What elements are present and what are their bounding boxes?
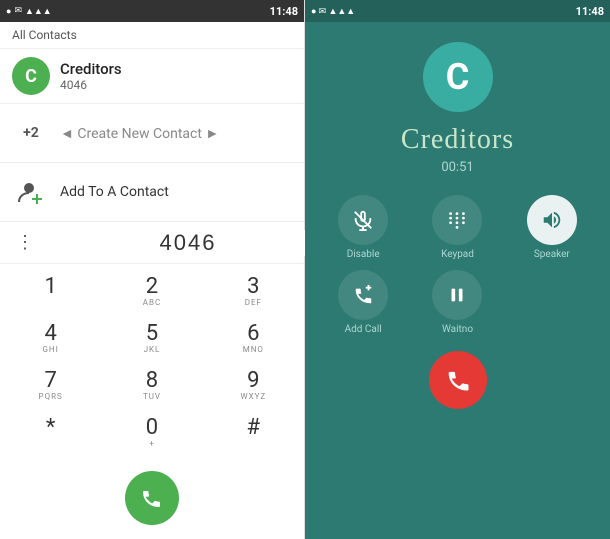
hold-icon	[446, 284, 468, 306]
notification-icon: ●	[6, 6, 11, 17]
status-time-right: 11:48	[576, 5, 604, 18]
signal-icon: ▲▲▲	[25, 6, 52, 17]
dialpad-grid: 12ABC3DEF 4GHI5JKL6MNO 7PQRS8TUV9WXYZ *0+#	[0, 264, 304, 461]
dial-key-6[interactable]: 6MNO	[203, 315, 304, 362]
hold-icon-circle	[432, 270, 482, 320]
end-call-button[interactable]	[416, 339, 498, 421]
dial-key-9[interactable]: 9WXYZ	[203, 363, 304, 410]
add-call-icon	[352, 284, 374, 306]
end-call-icon	[444, 366, 472, 394]
speaker-button[interactable]: Speaker	[510, 195, 594, 260]
create-contact-label: ◄ Create New Contact ►	[60, 125, 219, 142]
contact-avatar: C	[12, 57, 50, 95]
mute-icon	[352, 209, 374, 231]
message-icon: ✉	[14, 6, 22, 16]
dial-key-1[interactable]: 1	[0, 268, 101, 315]
dial-key-7[interactable]: 7PQRS	[0, 363, 101, 410]
create-contact-row[interactable]: +2 ◄ Create New Contact ►	[0, 104, 304, 163]
call-button[interactable]	[125, 471, 179, 525]
dial-key-0[interactable]: 0+	[101, 410, 202, 457]
keypad-icon	[446, 209, 468, 231]
call-button-row	[0, 461, 304, 539]
speaker-icon-circle	[527, 195, 577, 245]
dial-key-4[interactable]: 4GHI	[0, 315, 101, 362]
call-duration: 00:51	[441, 160, 473, 175]
r-notification-icon: ● ✉ ▲▲▲	[311, 6, 355, 17]
keypad-icon-circle	[432, 195, 482, 245]
caller-name: Creditors	[401, 124, 514, 156]
contact-info: Creditors 4046	[60, 60, 122, 92]
person-add-icon	[17, 178, 45, 206]
add-contact-icon	[12, 173, 50, 211]
dial-key-2[interactable]: 2ABC	[101, 268, 202, 315]
right-status-icons: ● ✉ ▲▲▲	[311, 6, 355, 17]
add-contact-label: Add To A Contact	[60, 184, 169, 200]
left-status-icons: ● ✉ ▲▲▲	[6, 6, 52, 17]
dialpad-input-row: ⋮	[0, 222, 304, 264]
dial-key-star[interactable]: *	[0, 410, 101, 457]
status-bar-right: ● ✉ ▲▲▲ 11:48	[305, 0, 610, 22]
action-grid: Disable Keypad	[305, 195, 610, 335]
arrow-left-icon: ◄	[60, 126, 74, 142]
phone-icon	[139, 485, 165, 511]
add-call-icon-circle	[338, 270, 388, 320]
dial-key-8[interactable]: 8TUV	[101, 363, 202, 410]
speaker-icon	[541, 209, 563, 231]
contact-number: 4046	[60, 78, 122, 92]
contact-row[interactable]: C Creditors 4046	[0, 49, 304, 104]
right-avatar: C	[423, 42, 493, 112]
all-contacts-bar: All Contacts	[0, 22, 304, 49]
add-contact-row[interactable]: Add To A Contact	[0, 163, 304, 222]
keypad-button[interactable]: Keypad	[415, 195, 499, 260]
status-bar-left: ● ✉ ▲▲▲ 11:48	[0, 0, 304, 22]
contact-name: Creditors	[60, 60, 122, 78]
add-call-button[interactable]: Add Call	[321, 270, 405, 335]
mute-label: Disable	[347, 249, 380, 260]
action-spacer	[510, 270, 594, 335]
mute-button[interactable]: Disable	[321, 195, 405, 260]
hold-button[interactable]: Waitno	[415, 270, 499, 335]
dial-key-3[interactable]: 3DEF	[203, 268, 304, 315]
add-call-label: Add Call	[345, 324, 382, 335]
dial-key-hash[interactable]: #	[203, 410, 304, 457]
hold-label: Waitno	[442, 324, 473, 335]
plus-two-label: +2	[12, 114, 50, 152]
speaker-label: Speaker	[534, 249, 570, 260]
mute-icon-circle	[338, 195, 388, 245]
dialpad-input[interactable]	[44, 230, 332, 256]
right-content: C Creditors 00:51 Disable	[305, 22, 610, 539]
arrow-right-icon: ►	[205, 126, 219, 142]
left-panel: ● ✉ ▲▲▲ 11:48 All Contacts C Creditors 4…	[0, 0, 305, 539]
keypad-label: Keypad	[441, 249, 474, 260]
menu-dots-icon[interactable]: ⋮	[12, 228, 38, 257]
status-time-left: 11:48	[270, 5, 298, 18]
end-call-row	[429, 335, 487, 429]
dial-key-5[interactable]: 5JKL	[101, 315, 202, 362]
right-panel: ● ✉ ▲▲▲ 11:48 C Creditors 00:51	[305, 0, 610, 539]
